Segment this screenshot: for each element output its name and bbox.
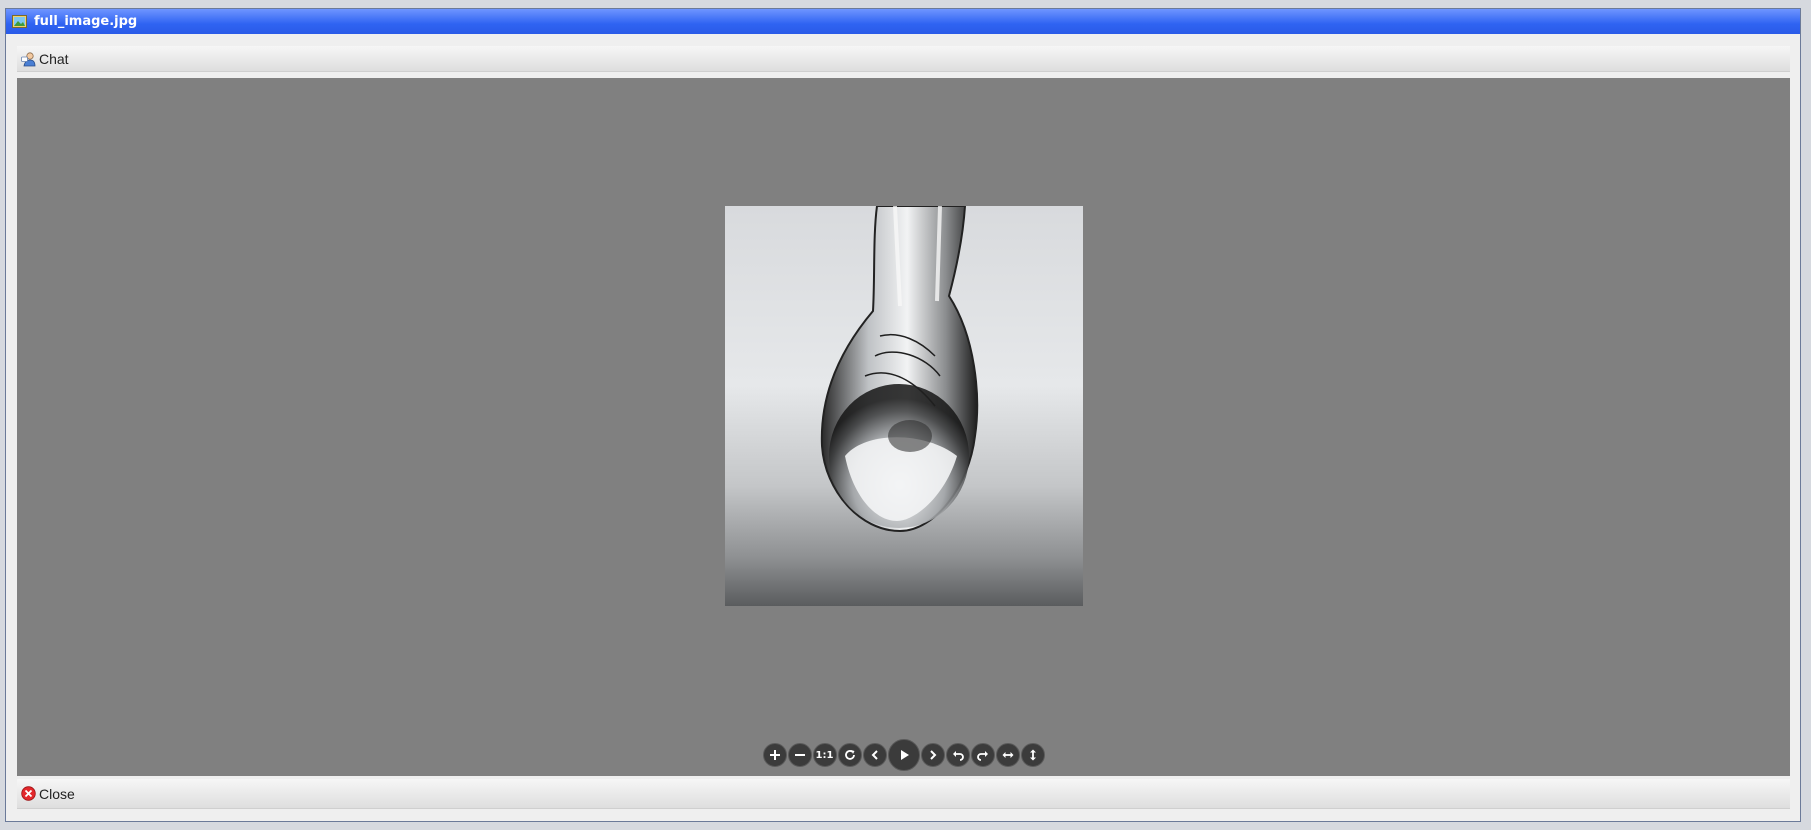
zoom-out-button[interactable] xyxy=(787,743,812,767)
play-button[interactable] xyxy=(887,739,920,771)
close-button[interactable]: Close xyxy=(21,786,75,802)
rotate-right-icon xyxy=(976,751,988,761)
chat-label: Chat xyxy=(39,50,69,67)
image-file-icon xyxy=(12,15,27,28)
displayed-image xyxy=(725,206,1083,606)
chat-button[interactable]: Chat xyxy=(21,51,69,67)
flip-vertical-icon xyxy=(1029,749,1036,761)
viewer-controls: 1:1 xyxy=(17,739,1790,771)
title-bar[interactable]: full_image.jpg xyxy=(6,9,1800,34)
close-label: Close xyxy=(39,785,75,802)
actual-size-button[interactable]: 1:1 xyxy=(812,743,837,767)
plus-icon xyxy=(769,750,780,760)
previous-button[interactable] xyxy=(862,743,887,767)
chevron-right-icon xyxy=(929,750,936,760)
reset-button[interactable] xyxy=(837,743,862,767)
top-toolbar: Chat xyxy=(17,46,1790,72)
window-title: full_image.jpg xyxy=(34,14,138,29)
refresh-icon xyxy=(844,750,855,760)
play-icon xyxy=(900,750,909,760)
bottom-toolbar: Close xyxy=(17,779,1790,809)
rotate-right-button[interactable] xyxy=(970,743,995,767)
chat-icon xyxy=(21,51,36,66)
chevron-left-icon xyxy=(871,750,878,760)
flip-horizontal-button[interactable] xyxy=(995,743,1020,767)
next-button[interactable] xyxy=(920,743,945,767)
minus-icon xyxy=(794,754,805,756)
zoom-in-button[interactable] xyxy=(762,743,787,767)
flip-vertical-button[interactable] xyxy=(1020,743,1045,767)
flip-horizontal-icon xyxy=(1002,752,1013,758)
image-viewer-window: full_image.jpg Chat 1:1 Close xyxy=(5,8,1801,822)
rotate-left-button[interactable] xyxy=(945,743,970,767)
actual-size-label: 1:1 xyxy=(815,749,834,761)
close-icon xyxy=(21,786,36,801)
rotate-left-icon xyxy=(952,751,964,761)
image-viewer-canvas[interactable]: 1:1 xyxy=(17,78,1790,776)
